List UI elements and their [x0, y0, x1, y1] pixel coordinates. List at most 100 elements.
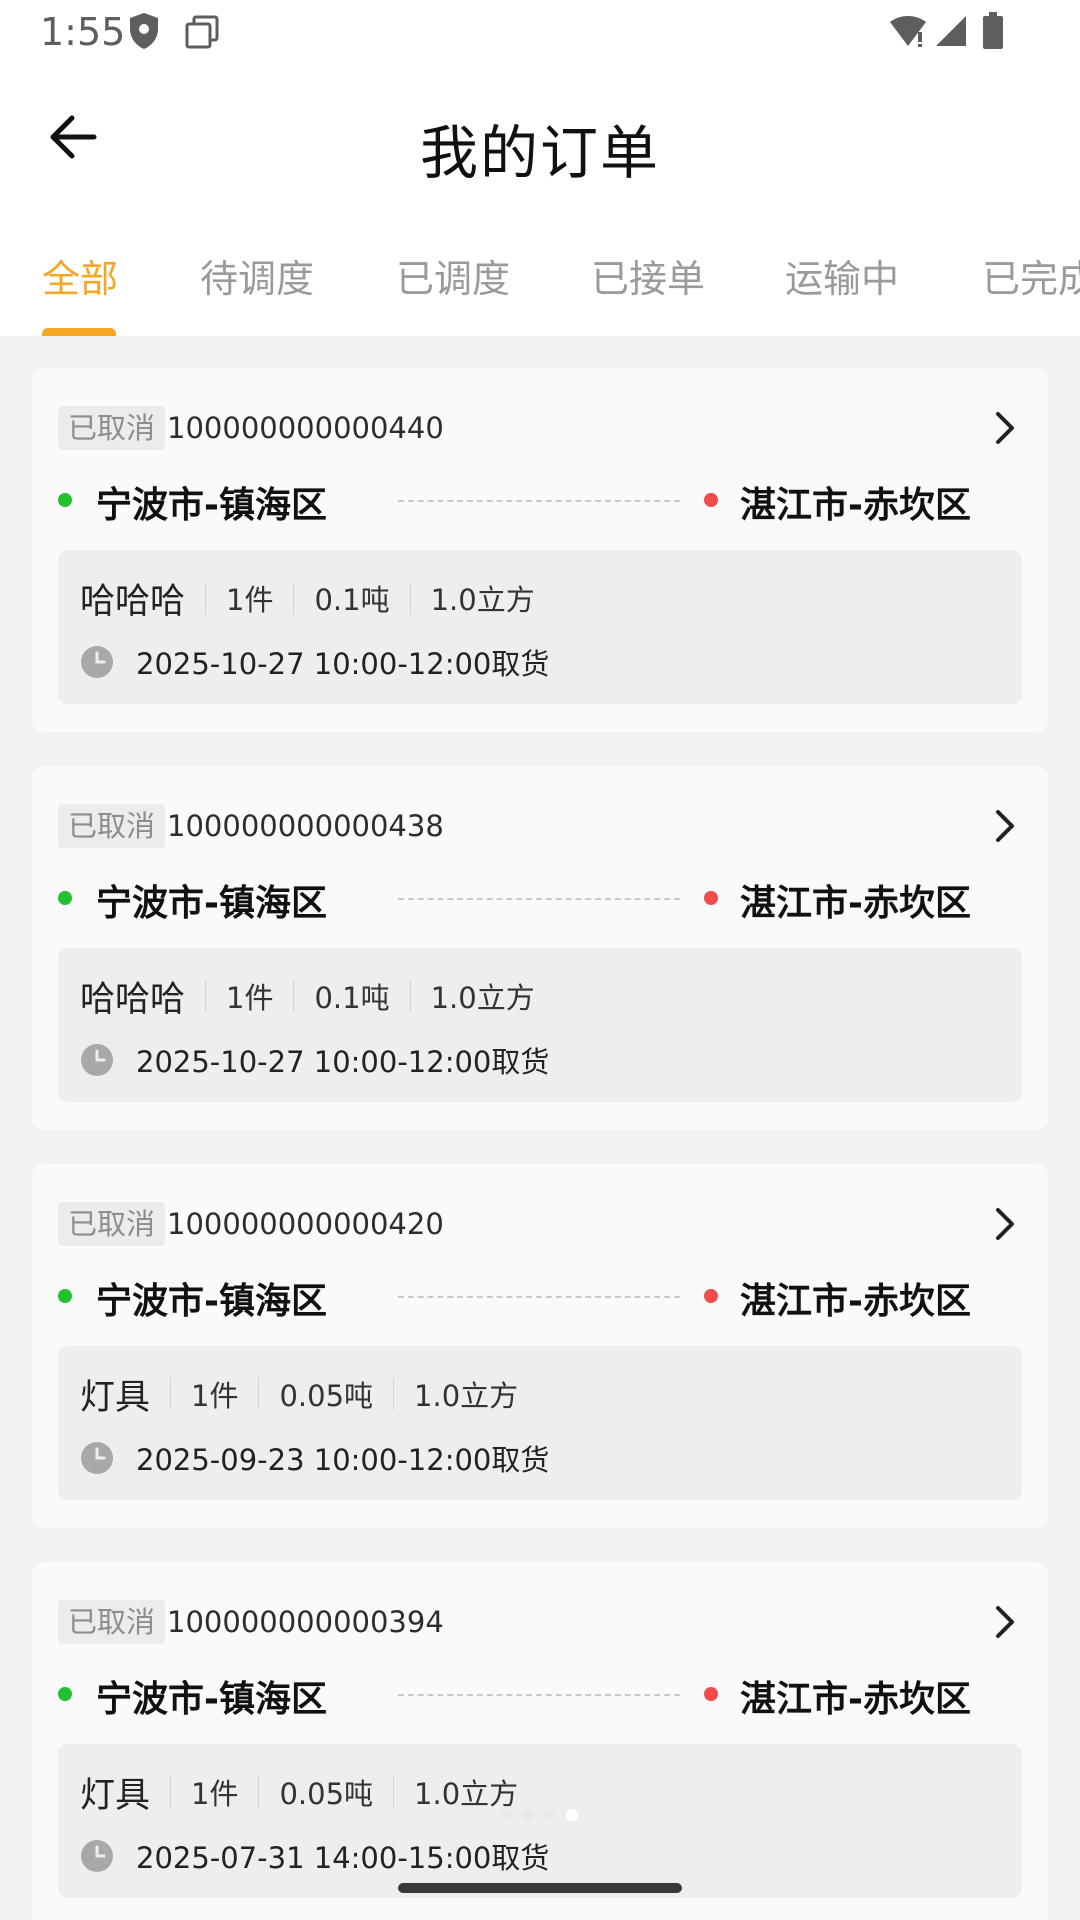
pickup-time: 2025-10-27 10:00-12:00取货: [136, 647, 550, 681]
clock-icon: [81, 1442, 113, 1474]
weight: 0.05吨: [279, 1379, 374, 1413]
destination-dot: [704, 891, 718, 905]
order-card[interactable]: 已取消 100000000000420 宁波市-镇海区 湛江市-赤坎区 灯具 1…: [32, 1164, 1048, 1528]
copy-icon: [185, 15, 219, 49]
pickup-row: 2025-09-23 10:00-12:00取货: [80, 1436, 549, 1480]
status-bar: 1:55: [0, 0, 1080, 62]
pickup-time: 2025-07-31 14:00-15:00取货: [136, 1841, 550, 1875]
separator: [409, 980, 411, 1012]
separator: [205, 980, 207, 1012]
origin-dot: [58, 891, 72, 905]
origin-dot: [58, 1687, 72, 1701]
tab-accepted[interactable]: 已接单: [591, 248, 705, 303]
separator: [293, 582, 295, 614]
pickup-time: 2025-10-27 10:00-12:00取货: [136, 1045, 550, 1079]
goods-name: 灯具: [80, 1377, 151, 1418]
volume: 1.0立方: [414, 1777, 519, 1811]
separator: [258, 1776, 260, 1808]
order-card[interactable]: 已取消 100000000000440 宁波市-镇海区 湛江市-赤坎区 哈哈哈 …: [32, 368, 1048, 732]
route: 宁波市-镇海区 湛江市-赤坎区: [58, 1272, 1028, 1322]
page-dot: [544, 1809, 556, 1821]
pieces: 1件: [226, 981, 274, 1015]
volume: 1.0立方: [430, 583, 535, 617]
chevron-right-icon[interactable]: [990, 1206, 1020, 1242]
pieces: 1件: [191, 1777, 239, 1811]
status-badge: 已取消: [58, 1600, 166, 1644]
status-time: 1:55: [40, 10, 126, 54]
signal-icon: [936, 16, 966, 46]
destination-city: 湛江市-赤坎区: [740, 883, 971, 924]
order-card-header: 已取消 100000000000394: [58, 1600, 444, 1644]
volume: 1.0立方: [414, 1379, 519, 1413]
cargo-info: 灯具 1件 0.05吨 1.0立方 2025-09-23 10:00-12:00…: [58, 1346, 1022, 1500]
pickup-time: 2025-09-23 10:00-12:00取货: [136, 1443, 550, 1477]
cargo-specs: 灯具 1件 0.05吨 1.0立方: [80, 1770, 519, 1816]
goods-name: 哈哈哈: [80, 581, 186, 622]
pickup-row: 2025-10-27 10:00-12:00取货: [80, 1038, 549, 1082]
destination-dot: [704, 1289, 718, 1303]
destination-city: 湛江市-赤坎区: [740, 1281, 971, 1322]
tab-dispatched[interactable]: 已调度: [396, 248, 510, 303]
cargo-specs: 哈哈哈 1件 0.1吨 1.0立方: [80, 974, 535, 1020]
clock-icon: [81, 1840, 113, 1872]
separator: [409, 582, 411, 614]
separator: [258, 1378, 260, 1410]
page-dot-active: [566, 1809, 578, 1821]
destination-dot: [704, 1687, 718, 1701]
order-card[interactable]: 已取消 100000000000394 宁波市-镇海区 湛江市-赤坎区 灯具 1…: [32, 1562, 1048, 1920]
route-divider: [398, 1694, 680, 1696]
order-number: 100000000000438: [167, 809, 444, 843]
order-card-header: 已取消 100000000000420: [58, 1202, 444, 1246]
origin-dot: [58, 1289, 72, 1303]
separator: [170, 1378, 172, 1410]
tab-bar: 全部 待调度 已调度 已接单 运输中 已完成: [0, 212, 1080, 336]
separator: [393, 1378, 395, 1410]
separator: [293, 980, 295, 1012]
goods-name: 哈哈哈: [80, 979, 186, 1020]
order-card[interactable]: 已取消 100000000000438 宁波市-镇海区 湛江市-赤坎区 哈哈哈 …: [32, 766, 1048, 1130]
separator: [170, 1776, 172, 1808]
separator: [205, 582, 207, 614]
route: 宁波市-镇海区 湛江市-赤坎区: [58, 1670, 1028, 1720]
destination-dot: [704, 493, 718, 507]
cargo-specs: 灯具 1件 0.05吨 1.0立方: [80, 1372, 519, 1418]
tab-all[interactable]: 全部: [42, 248, 118, 303]
order-number: 100000000000420: [167, 1207, 444, 1241]
order-number: 100000000000440: [167, 411, 444, 445]
page-dot: [500, 1809, 512, 1821]
battery-icon: [983, 12, 1003, 49]
wifi-icon: [890, 16, 926, 47]
cargo-info: 灯具 1件 0.05吨 1.0立方 2025-07-31 14:00-15:00…: [58, 1744, 1022, 1898]
separator: [393, 1776, 395, 1808]
tab-completed[interactable]: 已完成: [982, 248, 1080, 303]
weight: 0.1吨: [314, 583, 390, 617]
tab-pending-dispatch[interactable]: 待调度: [200, 248, 314, 303]
cargo-specs: 哈哈哈 1件 0.1吨 1.0立方: [80, 576, 535, 622]
page-dot: [522, 1809, 534, 1821]
origin-city: 宁波市-镇海区: [96, 1281, 327, 1322]
pickup-row: 2025-07-31 14:00-15:00取货: [80, 1834, 549, 1878]
order-number: 100000000000394: [167, 1605, 444, 1639]
tab-in-transit[interactable]: 运输中: [785, 248, 899, 303]
route-divider: [398, 898, 680, 900]
chevron-right-icon[interactable]: [990, 808, 1020, 844]
pickup-row: 2025-10-27 10:00-12:00取货: [80, 640, 549, 684]
origin-city: 宁波市-镇海区: [96, 1679, 327, 1720]
home-indicator[interactable]: [398, 1883, 682, 1893]
destination-city: 湛江市-赤坎区: [740, 1679, 971, 1720]
route-divider: [398, 1296, 680, 1298]
clock-icon: [81, 646, 113, 678]
chevron-right-icon[interactable]: [990, 1604, 1020, 1640]
status-badge: 已取消: [58, 1202, 166, 1246]
order-card-header: 已取消 100000000000440: [58, 406, 444, 450]
order-card-header: 已取消 100000000000438: [58, 804, 444, 848]
goods-name: 灯具: [80, 1775, 151, 1816]
cargo-info: 哈哈哈 1件 0.1吨 1.0立方 2025-10-27 10:00-12:00…: [58, 550, 1022, 704]
chevron-right-icon[interactable]: [990, 410, 1020, 446]
origin-city: 宁波市-镇海区: [96, 883, 327, 924]
clock-icon: [81, 1044, 113, 1076]
route-divider: [398, 500, 680, 502]
status-badge: 已取消: [58, 804, 166, 848]
page-indicator: [500, 1809, 578, 1821]
route: 宁波市-镇海区 湛江市-赤坎区: [58, 476, 1028, 526]
